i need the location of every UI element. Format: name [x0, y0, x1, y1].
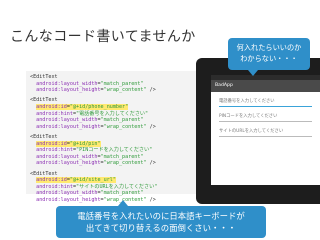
- slide-title: こんなコード書いてませんか: [10, 29, 196, 45]
- bottom-note-banner: 電話番号を入れたいのに日本語キーボードが 出てきて切り替えるの面倒くさい・・・: [56, 206, 266, 238]
- code-highlight: android:id="@+id/site_url": [36, 177, 116, 184]
- code-value: "@+id/phone_number": [69, 103, 129, 110]
- code-value: "wrap_content": [103, 123, 147, 130]
- code-attribute: android:hint: [36, 147, 73, 154]
- code-value: "match_parent": [100, 153, 144, 160]
- callout-text-line: 何入れたらいいのか: [236, 43, 302, 52]
- code-attribute: android:id: [36, 103, 67, 110]
- bottom-note-line: 出てきて切り替えるの面倒くさい・・・: [85, 223, 237, 233]
- code-attribute: android:hint: [36, 110, 73, 117]
- code-attribute: android:layout_height: [36, 160, 101, 167]
- code-attribute: android:hint: [36, 183, 73, 190]
- code-attribute: android:layout_width: [36, 190, 98, 197]
- code-value: "PINコードを入力してください": [76, 147, 153, 154]
- code-attribute: android:layout_height: [36, 196, 101, 203]
- code-tag: <EditText: [30, 133, 58, 140]
- code-tag-close: />: [146, 123, 156, 130]
- callout-tail: [248, 70, 258, 76]
- code-attribute: android:layout_width: [36, 153, 98, 160]
- site-url-field[interactable]: サイトのURLを入力してください: [219, 128, 312, 137]
- code-tag: <EditText: [30, 74, 58, 80]
- code-highlight: android:id="@+id/phone_number": [36, 103, 129, 110]
- code-value: "@+id/site_url": [69, 177, 116, 184]
- app-title: BadApp: [211, 80, 320, 92]
- code-attribute: android:layout_height: [36, 123, 101, 130]
- code-tag-close: />: [146, 160, 156, 167]
- code-attribute: android:layout_width: [36, 117, 98, 124]
- phone-number-field[interactable]: 電話番号を入力してください: [219, 98, 312, 107]
- code-value: "電話番号を入力してください": [76, 110, 149, 117]
- code-tag-close: />: [146, 87, 156, 94]
- code-tag: <EditText: [30, 170, 58, 177]
- pin-field[interactable]: PINコードを入力してください: [219, 113, 312, 122]
- code-attribute: android:layout_width: [36, 80, 98, 87]
- code-value: "wrap_content": [103, 160, 147, 167]
- callout-text-line: わからない・・・: [240, 54, 298, 63]
- code-attribute: android:id: [36, 177, 67, 184]
- code-value: "@+id/pin": [69, 140, 101, 147]
- code-value: "wrap_content": [103, 87, 147, 94]
- code-attribute: android:id: [36, 140, 67, 147]
- code-value: "match_parent": [100, 80, 144, 87]
- phone-mockup: BadApp 電話番号を入力してください PINコードを入力してください サイト…: [196, 58, 320, 204]
- phone-screen: BadApp 電話番号を入力してください PINコードを入力してください サイト…: [211, 75, 320, 185]
- code-value: "match_parent": [100, 190, 144, 197]
- code-value: "match_parent": [100, 117, 144, 124]
- callout-bubble: 何入れたらいいのか わからない・・・: [228, 38, 310, 70]
- code-tag: <EditText: [30, 97, 58, 104]
- code-value: "サイトのURLを入力してください": [76, 183, 158, 190]
- code-highlight: android:id="@+id/pin": [36, 140, 101, 147]
- code-attribute: android:layout_height: [36, 87, 101, 94]
- code-tag-close: />: [146, 196, 156, 203]
- bottom-note-line: 電話番号を入れたいのに日本語キーボードが: [77, 211, 245, 221]
